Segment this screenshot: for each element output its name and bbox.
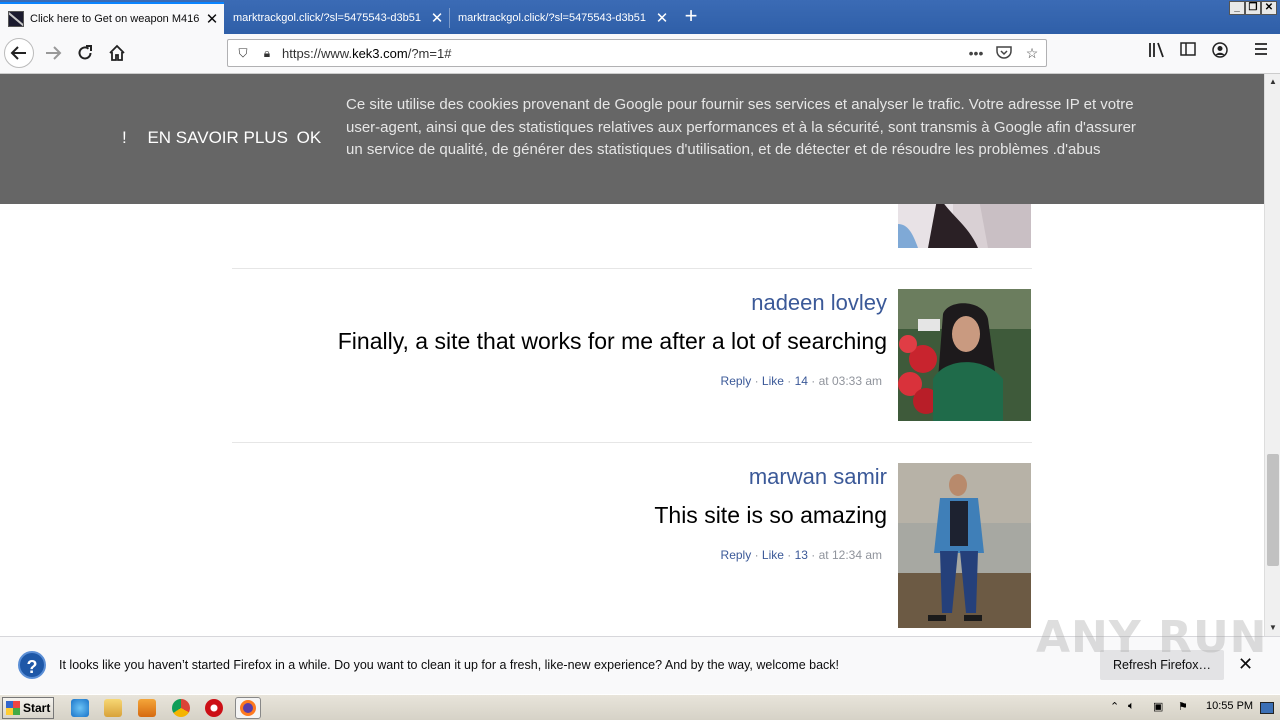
back-icon[interactable] (4, 38, 34, 68)
tab-strip: Click here to Get on weapon M416 ✕ markt… (0, 0, 1280, 34)
reply-link[interactable]: Reply (721, 374, 752, 388)
account-icon[interactable] (1209, 42, 1231, 64)
learn-more-button[interactable]: EN SAVOIR PLUS (147, 128, 287, 147)
minimize-icon[interactable]: _ (1229, 1, 1245, 15)
cookie-exclaim: ! (122, 128, 127, 147)
windows-taskbar: Start ⌃ 🔈︎ ▣ ⚑ 10:55 PM (0, 694, 1280, 720)
tab-title: marktrackgol.click/?sl=5475543-d3b51 (458, 12, 647, 24)
internet-explorer-icon[interactable] (71, 699, 89, 717)
start-label: Start (23, 701, 51, 715)
network-icon[interactable]: ▣ (1153, 700, 1163, 713)
url-bar[interactable]: ⛉ 🔒︎ https://www.kek3.com/?m=1# ••• ☆ (227, 39, 1047, 67)
like-link[interactable]: Like (762, 548, 784, 562)
comment-divider (232, 442, 1032, 443)
tab-close-icon[interactable]: ✕ (200, 10, 224, 28)
tab-title: marktrackgol.click/?sl=5475543-d3b51 (233, 12, 422, 24)
home-icon[interactable] (102, 38, 132, 68)
window-close-icon[interactable]: ✕ (1261, 1, 1277, 15)
lock-icon[interactable]: 🔒︎ (258, 46, 276, 61)
library-icon[interactable] (1146, 42, 1168, 64)
tab-title: Click here to Get on weapon M416 (30, 13, 200, 25)
like-link[interactable]: Like (762, 374, 784, 388)
opera-icon[interactable] (205, 699, 223, 717)
scroll-up-icon[interactable]: ▲ (1265, 74, 1280, 90)
comment-divider (232, 268, 1032, 269)
ok-button[interactable]: OK (297, 128, 322, 147)
scrollbar-thumb[interactable] (1267, 454, 1279, 566)
cookie-message: Ce site utilise des cookies provenant de… (346, 96, 1136, 158)
tray-expand-icon[interactable]: ⌃ (1110, 700, 1119, 713)
pocket-icon[interactable] (990, 45, 1018, 62)
page-scrollbar[interactable]: ▲ ▼ (1264, 74, 1280, 636)
like-count: 13 (794, 548, 808, 562)
avatar[interactable] (898, 463, 1031, 628)
tab-active[interactable]: Click here to Get on weapon M416 ✕ (0, 2, 224, 34)
comment-text: This site is so amazing (654, 502, 887, 528)
navigation-toolbar: ⛉ 🔒︎ https://www.kek3.com/?m=1# ••• ☆ (0, 34, 1280, 74)
chrome-icon[interactable] (172, 699, 190, 717)
cookie-actions: ! EN SAVOIR PLUS OK (122, 128, 325, 148)
file-explorer-icon[interactable] (104, 699, 122, 717)
notification-text: It looks like you haven’t started Firefo… (59, 658, 840, 672)
like-count: 14 (794, 374, 808, 388)
firefox-taskbar-icon[interactable] (235, 697, 261, 719)
forward-icon[interactable] (38, 38, 68, 68)
tab-close-icon[interactable]: ✕ (650, 9, 674, 27)
menu-icon[interactable] (1250, 42, 1272, 64)
restore-icon[interactable]: ❐ (1245, 1, 1261, 15)
tab-2[interactable]: marktrackgol.click/?sl=5475543-d3b51 ✕ (225, 2, 449, 34)
show-desktop-icon[interactable] (1260, 702, 1274, 714)
new-tab-icon[interactable]: + (680, 4, 702, 30)
site-favicon-icon (8, 11, 24, 27)
windows-logo-icon (6, 701, 20, 715)
reload-icon[interactable] (70, 38, 100, 68)
shield-icon[interactable]: ⛉ (234, 46, 252, 61)
media-player-icon[interactable] (138, 699, 156, 717)
volume-icon[interactable]: 🔈︎ (1128, 700, 1135, 713)
clock[interactable]: 10:55 PM (1206, 700, 1253, 712)
cookie-banner: ! EN SAVOIR PLUS OK Ce site utilise des … (0, 74, 1264, 204)
comment-time: at 12:34 am (818, 548, 882, 562)
url-text[interactable]: https://www.kek3.com/?m=1# (282, 46, 962, 61)
tab-close-icon[interactable]: ✕ (425, 9, 449, 27)
question-icon: ? (18, 651, 46, 679)
comment-meta: Reply · Like · 13 · at 12:34 am (720, 548, 882, 562)
comment-author[interactable]: marwan samir (749, 464, 887, 490)
more-icon[interactable]: ••• (962, 45, 990, 61)
sidebar-icon[interactable] (1177, 42, 1199, 64)
comment-time: at 03:33 am (818, 374, 882, 388)
comment-meta: Reply · Like · 14 · at 03:33 am (720, 374, 882, 388)
watermark-logo: ANY RUN (1036, 612, 1268, 663)
star-icon[interactable]: ☆ (1018, 45, 1046, 62)
comment-author[interactable]: nadeen lovley (751, 290, 887, 316)
tab-3[interactable]: marktrackgol.click/?sl=5475543-d3b51 ✕ (450, 2, 674, 34)
avatar[interactable] (898, 289, 1031, 421)
reply-link[interactable]: Reply (721, 548, 752, 562)
comment-text: Finally, a site that works for me after … (337, 328, 887, 354)
action-center-flag-icon[interactable]: ⚑ (1178, 700, 1188, 713)
start-button[interactable]: Start (2, 697, 54, 719)
